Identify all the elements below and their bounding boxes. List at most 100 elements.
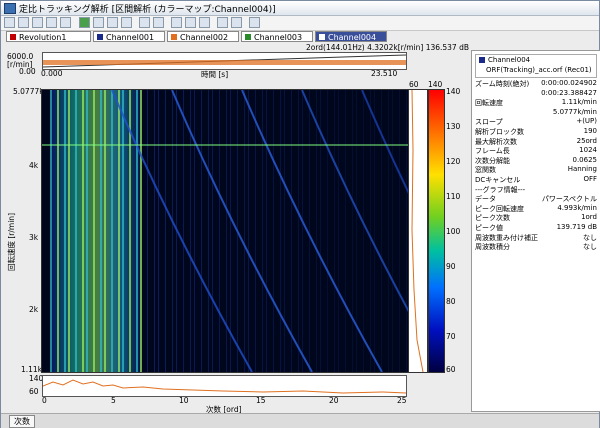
info-row: ズーム時刻(絶対) 0:00:00.024902 [475,79,597,88]
cbar-tick-4: 100 [446,227,461,236]
info-value: 1ord [581,213,597,222]
info-row: 周波数重み付け補正 なし [475,233,597,242]
info-key: DCキャンセル [475,176,521,184]
info-value: 0:00:23.388427 [541,88,597,97]
tool-zoom-icon[interactable] [93,17,104,28]
tool-layout1-icon[interactable] [139,17,150,28]
tab-label: Revolution1 [19,33,67,42]
rpm-time-plot[interactable] [42,52,407,70]
tool-grid-icon[interactable] [18,17,29,28]
revolution1-swatch [10,34,16,40]
info-value: 4.993k/min [557,203,597,212]
order-slice-curve [42,379,407,394]
info-row: 最大解析次数 25ord [475,137,597,146]
info-row: ピーク回転速度 4.993k/min [475,204,597,213]
info-key: 周波数積分 [475,243,510,252]
tool-print-icon[interactable] [249,17,260,28]
app-window: 定比トラッキング解析 [区間解析 (カラーマップ:Channel004)] Re… [0,0,600,428]
info-key: ピーク次数 [475,214,510,223]
side-plot-max: 140 [428,80,443,89]
info-row: 解析ブロック数 190 [475,127,597,136]
tool-window-icon[interactable] [217,17,228,28]
info-value: Hanning [567,165,597,174]
info-row: フレーム長 1024 [475,146,597,155]
cbar-tick-3: 110 [446,192,461,201]
cbar-tick-6: 80 [446,297,456,306]
channel-color-swatch [479,57,485,63]
app-icon [4,3,16,14]
tab-channel003[interactable]: Channel003 [241,31,313,42]
info-panel: Channel004 ORF(Tracking)_acc.orf (Rec01)… [471,50,600,412]
tab-order[interactable]: 次数 [9,415,35,428]
info-value: +(UP) [576,117,597,126]
channel004-swatch [319,34,325,40]
info-row: 窓関数 Hanning [475,165,597,174]
tool-refresh-icon[interactable] [107,17,118,28]
info-value: 0.0625 [572,155,598,164]
cbar-tick-1: 130 [446,122,461,131]
tab-label: Channel004 [328,33,377,42]
rpm-slice-plot[interactable] [408,89,428,373]
channel002-swatch [171,34,177,40]
y-tick-2: 3k [29,233,39,242]
info-key: ピーク回転速度 [475,204,524,213]
tool-split-icon[interactable] [231,17,242,28]
info-key: ズーム時刻(絶対) [475,80,530,88]
info-value: 5.0777k/min [552,107,597,116]
tool-settings-icon[interactable] [121,17,132,28]
info-row: 5.0777k/min [475,108,597,117]
toolbar [1,16,599,31]
info-row: データ パワースペクトル [475,194,597,203]
tab-revolution1[interactable]: Revolution1 [6,31,91,42]
tool-table-icon[interactable] [32,17,43,28]
info-key: スロープ [475,118,503,127]
info-key: 最大解析次数 [475,137,517,146]
tool-list-icon[interactable] [4,17,15,28]
tool-chart-icon[interactable] [46,17,57,28]
tab-channel004[interactable]: Channel004 [315,31,387,42]
x-tick-0: 0 [42,396,47,405]
tool-layout2-icon[interactable] [153,17,164,28]
rpm-time-curve [42,54,407,68]
info-value: パワースペクトル [541,195,597,204]
cbar-tick-2: 120 [446,157,461,166]
info-key: データ [475,195,496,204]
rpm-plot-x-label: 時間 [s] [201,70,229,79]
info-value: 0:00:00.024902 [541,79,597,87]
tool-graph-icon[interactable] [60,17,71,28]
info-key: 解析ブロック数 [475,128,524,136]
tab-label: Channel001 [106,33,155,42]
tool-paste-icon[interactable] [185,17,196,28]
x-tick-2: 10 [179,396,189,405]
colormap-canvas [42,90,408,372]
cbar-tick-0: 140 [446,87,461,96]
info-key: 次数分解能 [475,156,510,165]
info-key: フレーム長 [475,147,510,156]
y-tick-0: 5.0777k [13,87,44,96]
tool-copy-icon[interactable] [171,17,182,28]
cbar-tick-7: 70 [446,332,456,341]
info-value: 190 [583,127,597,135]
info-key: ---グラフ情報--- [475,185,526,194]
colormap-y-label: 回転速度 [r/min] [7,213,16,271]
x-tick-4: 20 [329,396,339,405]
colorbar [428,89,445,373]
tool-export-icon[interactable] [199,17,210,28]
order-colormap[interactable] [41,89,409,373]
info-channel: Channel004 [488,56,531,64]
tab-label: Channel002 [180,33,229,42]
y-tick-4: 1.11k [21,365,43,374]
info-value: OFF [583,175,597,183]
tab-channel001[interactable]: Channel001 [93,31,165,42]
info-row: スロープ +(UP) [475,117,597,126]
cbar-tick-8: 60 [446,365,456,374]
order-plot-y-bottom: 60 [29,387,39,396]
info-key: ピーク値 [475,224,503,232]
channel-tabs: Revolution1 Channel001 Channel002 Channe… [1,31,599,43]
tool-cursor-icon[interactable] [79,17,90,28]
info-value: なし [583,233,597,242]
order-slice-plot[interactable] [42,375,407,397]
info-row: ピーク値 139.719 dB [475,223,597,232]
tab-channel002[interactable]: Channel002 [167,31,239,42]
cbar-tick-5: 90 [446,262,456,271]
